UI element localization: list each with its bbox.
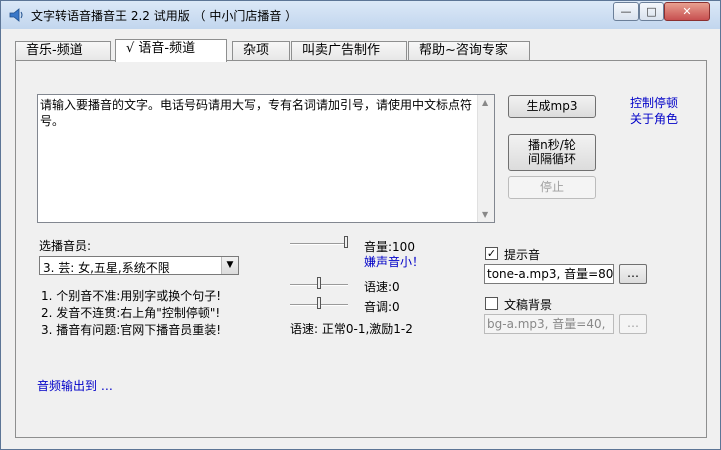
text-input-area[interactable]: 请输入要播音的文字。电话号码请用大写，专有名词请加引号，请使用中文标点符号。 ▲… (37, 94, 495, 223)
prompt-sound-browse-button[interactable]: … (619, 264, 647, 284)
pitch-slider[interactable] (290, 297, 350, 310)
tab-music-channel[interactable]: 音乐-频道 (15, 41, 111, 61)
main-window: 文字转语音播音王 2.2 试用版 （ 中小门店播音 ） — □ ✕ 音乐-频道 … (0, 0, 721, 450)
tab-voice-channel[interactable]: √ 语音-频道 (115, 39, 227, 62)
text-input-content[interactable]: 请输入要播音的文字。电话号码请用大写，专有名词请加引号，请使用中文标点符号。 (40, 97, 476, 129)
speed-slider[interactable] (290, 277, 350, 290)
chevron-down-icon[interactable]: ▼ (221, 257, 238, 274)
play-loop-button[interactable]: 播n秒/轮 间隔循环 (508, 134, 596, 171)
play-loop-line2: 间隔循环 (527, 152, 576, 166)
tab-misc[interactable]: 杂项 (232, 41, 290, 61)
speaker-icon (9, 8, 23, 22)
tab-help[interactable]: 帮助~咨询专家 (408, 41, 530, 61)
prompt-sound-field[interactable]: tone-a.mp3, 音量=80 (484, 264, 614, 284)
maximize-button[interactable]: □ (639, 2, 664, 21)
voice-label: 选播音员: (39, 239, 92, 253)
voice-select-value: 3. 芸: 女,五星,系统不限 (43, 261, 170, 275)
slider-thumb[interactable] (317, 297, 321, 309)
play-loop-line1: 播n秒/轮 (528, 138, 576, 152)
generate-mp3-button[interactable]: 生成mp3 (508, 95, 596, 118)
voice-select[interactable]: 3. 芸: 女,五星,系统不限 ▼ (39, 256, 239, 275)
minimize-button[interactable]: — (613, 2, 639, 21)
title-bar: 文字转语音播音王 2.2 试用版 （ 中小门店播音 ） — □ ✕ (1, 1, 720, 29)
tip-item: 1. 个别音不准:用别字或换个句子! (41, 289, 222, 303)
background-field[interactable]: bg-a.mp3, 音量=40, (484, 314, 614, 334)
slider-thumb[interactable] (317, 277, 321, 289)
speed-hint: 语速: 正常0-1,激励1-2 (290, 322, 413, 336)
prompt-sound-label: 提示音 (504, 248, 541, 262)
control-pause-link[interactable]: 控制停顿 (630, 94, 678, 111)
background-checkbox[interactable] (485, 297, 498, 310)
speed-label: 语速:0 (364, 280, 400, 294)
tip-item: 3. 播音有问题:官网下播音员重装! (41, 323, 222, 337)
check-icon: ✓ (486, 247, 497, 260)
slider-track (290, 243, 348, 245)
scroll-up-icon[interactable]: ▲ (482, 98, 488, 107)
slider-thumb[interactable] (344, 236, 348, 248)
background-browse-button[interactable]: … (619, 314, 647, 334)
vertical-scrollbar[interactable]: ▲ ▼ (477, 95, 494, 222)
pitch-label: 音调:0 (364, 300, 400, 314)
scroll-down-icon[interactable]: ▼ (482, 210, 488, 219)
about-role-link[interactable]: 关于角色 (630, 110, 678, 127)
window-title: 文字转语音播音王 2.2 试用版 （ 中小门店播音 ） (31, 9, 298, 23)
background-label: 文稿背景 (504, 298, 553, 312)
tab-ad-making[interactable]: 叫卖广告制作 (291, 41, 407, 61)
volume-small-link[interactable]: 嫌声音小！ (364, 253, 424, 270)
prompt-sound-checkbox[interactable]: ✓ (485, 247, 498, 260)
tip-item: 2. 发音不连贯:右上角"控制停顿"! (41, 306, 221, 320)
stop-button[interactable]: 停止 (508, 176, 596, 199)
close-button[interactable]: ✕ (664, 2, 710, 21)
volume-slider[interactable] (290, 236, 350, 249)
audio-output-link[interactable]: 音频输出到 … (37, 377, 113, 394)
